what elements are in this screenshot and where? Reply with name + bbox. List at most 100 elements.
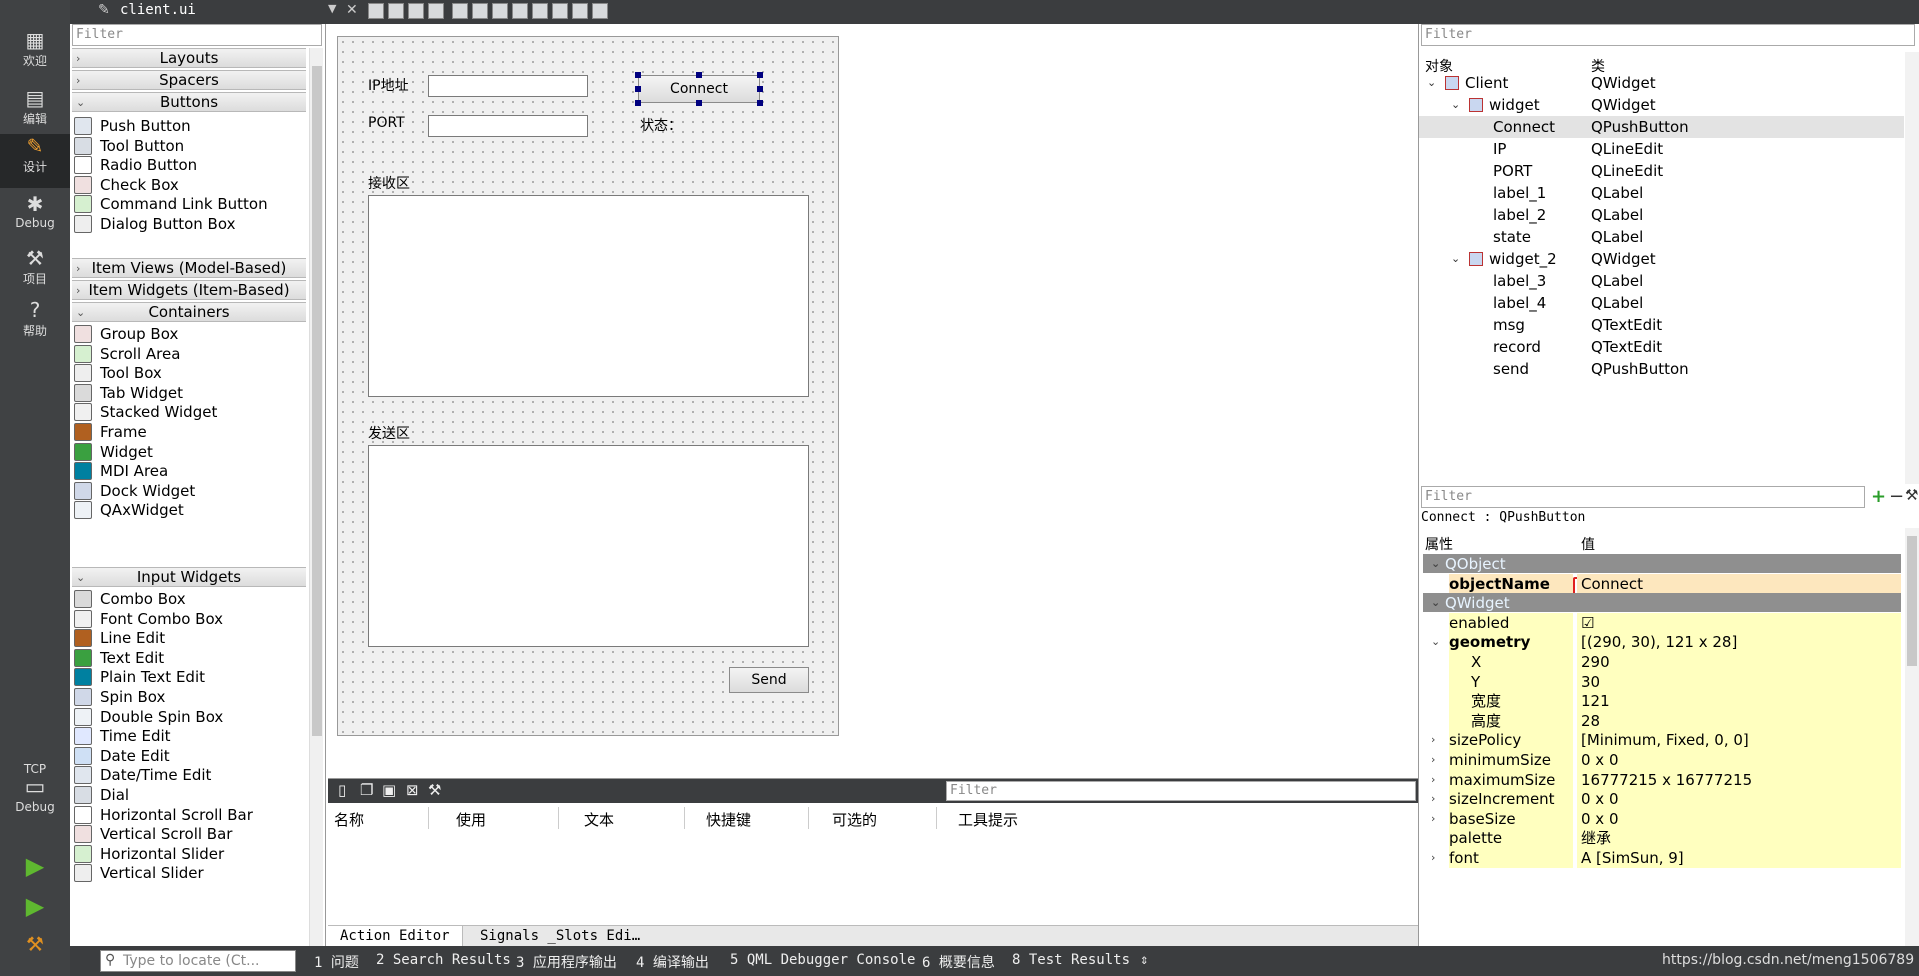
header-name[interactable]: 名称 [334,809,364,830]
edit-widgets-icon[interactable] [368,3,384,19]
object-row-state[interactable]: state QLabel [1419,226,1904,248]
chevron-down-icon[interactable]: ⌄ [1431,554,1440,574]
header-text[interactable]: 文本 [584,809,614,830]
chevron-right-icon[interactable]: › [1431,730,1435,750]
kit-selector[interactable]: TCP ▭ Debug [0,762,70,832]
object-row-label-3[interactable]: label_3 QLabel [1419,270,1904,292]
run-button[interactable]: ▶ [0,854,70,884]
paste-action-icon[interactable]: ▣ [382,781,396,799]
property-value[interactable]: 30 [1577,671,1901,692]
property-value[interactable]: 28 [1577,710,1901,731]
object-row-send[interactable]: send QPushButton [1419,358,1904,380]
header-shortcut[interactable]: 快捷键 [706,809,751,830]
pane-issues[interactable]: 1 问题 [314,952,359,972]
action-filter-input[interactable]: Filter [946,781,1416,801]
object-row-label-2[interactable]: label_2 QLabel [1419,204,1904,226]
mode-debug[interactable]: ✱ Debug [0,192,70,242]
object-row-msg[interactable]: msg QTextEdit [1419,314,1904,336]
selection-handle[interactable] [696,72,702,78]
document-title[interactable]: client.ui [120,2,196,18]
object-filter-input[interactable]: Filter [1421,24,1915,46]
port-line-edit[interactable] [428,115,588,137]
category-buttons[interactable]: ⌄ Buttons [72,92,306,112]
object-row-widget-2[interactable]: ⌄ widget_2 QWidget [1419,248,1904,270]
property-row-palette[interactable]: palette 继承 [1423,828,1901,849]
widget-filter-input[interactable]: Filter [72,24,322,46]
property-row-enabled[interactable]: enabled ☑ [1423,612,1901,633]
selection-handle[interactable] [635,72,641,78]
delete-action-icon[interactable]: ⊠ [406,781,419,799]
mode-welcome[interactable]: ▦ 欢迎 [0,28,70,78]
property-row-maximumsize[interactable]: › maximumSize 16777215 x 16777215 [1423,769,1901,790]
chevron-down-icon[interactable]: ⌄ [1451,94,1460,116]
build-button[interactable]: ⚒ [0,932,70,962]
object-row-label-1[interactable]: label_1 QLabel [1419,182,1904,204]
object-inspector-scrollbar[interactable] [1905,52,1919,484]
client-form[interactable]: IP地址 PORT Connect 状态： 接收区 发送区 Send [337,36,839,736]
mode-edit[interactable]: ▤ 编辑 [0,86,70,136]
selection-handle[interactable] [696,100,702,106]
tab-signals-slots[interactable]: Signals _Slots Edi… [468,926,652,948]
property-row-sizepolicy[interactable]: › sizePolicy [Minimum, Fixed, 0, 0] [1423,730,1901,751]
property-filter-input[interactable]: Filter [1421,486,1865,508]
property-value[interactable]: 0 x 0 [1577,789,1901,810]
locator-input[interactable]: ⚲ Type to locate (Ct... [100,950,296,972]
scrollbar-thumb[interactable] [312,66,322,736]
pane-test-results[interactable]: 8 Test Results [1012,952,1130,968]
widget-box-scrollbar[interactable] [309,48,323,946]
object-row-widget[interactable]: ⌄ widget QWidget [1419,94,1904,116]
add-property-icon[interactable]: + [1871,486,1886,507]
property-row-objectname[interactable]: objectName Connect [1423,573,1901,594]
scrollbar-thumb[interactable] [1907,536,1917,666]
ip-line-edit[interactable] [428,75,588,97]
object-row-connect[interactable]: Connect QPushButton [1419,116,1904,138]
widget-item[interactable]: QAxWidget [74,498,306,522]
property-editor-scrollbar[interactable] [1905,528,1919,946]
property-row-minimumsize[interactable]: › minimumSize 0 x 0 [1423,750,1901,770]
object-row-client[interactable]: ⌄ Client QWidget [1419,72,1904,94]
pane-compile-output[interactable]: 4 编译输出 [636,952,709,972]
layout-vertical-icon[interactable] [472,3,488,19]
record-text-edit[interactable] [368,195,809,397]
category-layouts[interactable]: › Layouts [72,48,306,68]
edit-signals-icon[interactable] [388,3,404,19]
pane-qml-debugger[interactable]: 5 QML Debugger Console [730,952,915,968]
property-row-geometry[interactable]: ⌄ geometry [(290, 30), 121 x 28] [1423,632,1901,653]
widget-item[interactable]: Dialog Button Box [74,212,306,236]
selection-handle[interactable] [757,86,763,92]
property-value[interactable]: 290 [1577,652,1901,672]
object-row-record[interactable]: record QTextEdit [1419,336,1904,358]
debug-run-button[interactable]: ▶ [0,894,70,924]
header-used[interactable]: 使用 [456,809,486,830]
object-row-label-4[interactable]: label_4 QLabel [1419,292,1904,314]
edit-tab-order-icon[interactable] [428,3,444,19]
break-layout-icon[interactable] [572,3,588,19]
property-value[interactable]: [(290, 30), 121 x 28] [1577,632,1901,653]
chevron-down-icon[interactable]: ⌄ [1427,72,1436,94]
more-panes-icon[interactable]: ⇕ [1140,952,1148,968]
pane-search-results[interactable]: 2 Search Results [376,952,511,968]
edit-buddies-icon[interactable] [408,3,424,19]
property-value[interactable]: Connect [1577,573,1901,594]
category-input-widgets[interactable]: ⌄ Input Widgets [72,567,306,587]
property-value[interactable]: 0 x 0 [1577,750,1901,770]
category-item-views[interactable]: › Item Views (Model-Based) [72,258,306,278]
document-dropdown[interactable]: ▼ [328,2,336,15]
property-value[interactable]: ☑ [1577,612,1901,633]
col-value[interactable]: 值 [1581,534,1595,554]
chevron-right-icon[interactable]: › [1431,809,1435,829]
col-property[interactable]: 属性 [1425,534,1453,554]
property-row-basesize[interactable]: › baseSize 0 x 0 [1423,808,1901,829]
selection-handle[interactable] [635,100,641,106]
property-value[interactable]: 0 x 0 [1577,808,1901,829]
chevron-right-icon[interactable]: › [1431,750,1435,770]
property-row-qwidget[interactable]: ⌄ QWidget [1423,593,1901,614]
configure-icon[interactable]: ⚒ [428,781,441,799]
property-row-qobject[interactable]: ⌄ QObject [1423,554,1901,574]
mode-project[interactable]: ⚒ 项目 [0,246,70,296]
pane-application-output[interactable]: 3 应用程序输出 [516,952,617,972]
layout-horizontal-icon[interactable] [452,3,468,19]
property-value[interactable]: 继承 [1577,828,1901,849]
tab-action-editor[interactable]: Action Editor [328,926,463,948]
chevron-right-icon[interactable]: › [1431,770,1435,790]
